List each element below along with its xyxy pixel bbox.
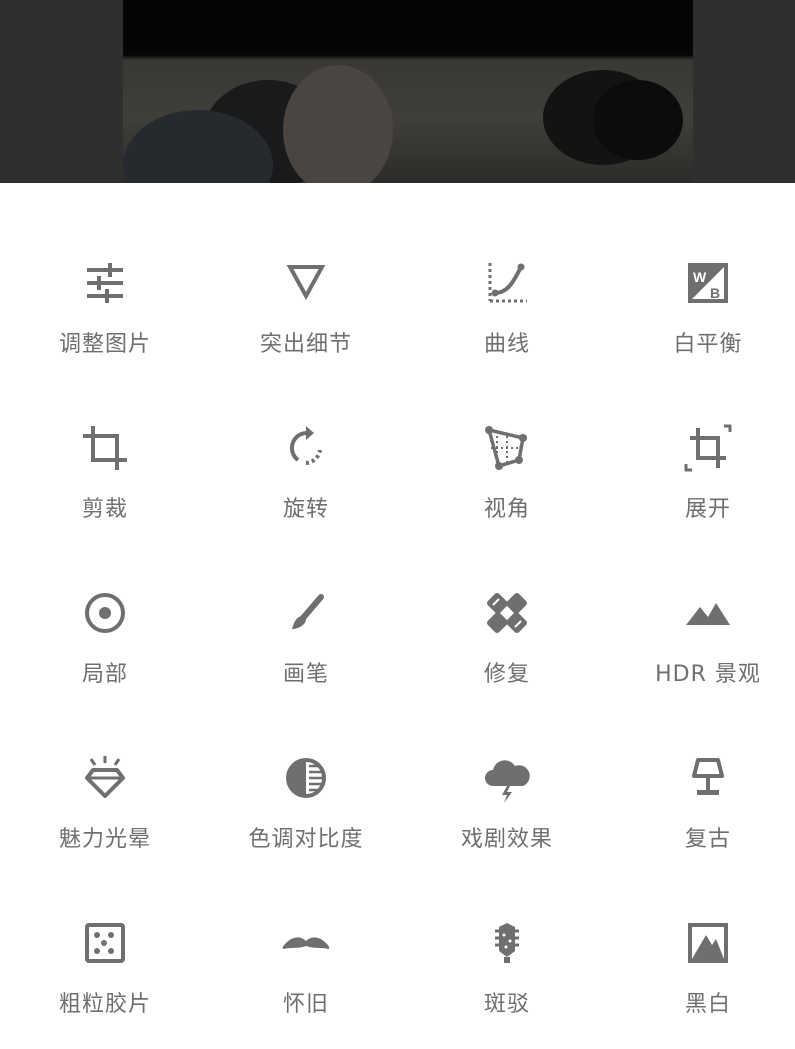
- tool-black-white[interactable]: 黑白: [608, 843, 795, 1017]
- tool-grunge[interactable]: 斑驳: [407, 843, 607, 1017]
- tool-vintage[interactable]: 复古: [608, 678, 795, 852]
- tool-label: 怀旧: [282, 992, 329, 1017]
- tool-brush[interactable]: 画笔: [206, 513, 406, 687]
- tool-hdr[interactable]: HDR 景观: [608, 513, 795, 687]
- sliders-icon: [75, 253, 135, 313]
- guitar-icon: [477, 913, 537, 973]
- bandage-icon: [477, 583, 537, 643]
- tool-label: 黑白: [684, 992, 731, 1017]
- tool-white-balance[interactable]: W B 白平衡: [608, 183, 795, 357]
- brush-icon: [276, 583, 336, 643]
- rotate-icon: [276, 418, 336, 478]
- tool-label: 粗粒胶片: [58, 992, 151, 1017]
- svg-text:B: B: [710, 285, 720, 301]
- tool-grainy-film[interactable]: 粗粒胶片: [5, 843, 205, 1017]
- black-white-icon: [678, 913, 738, 973]
- tool-expand[interactable]: 展开: [608, 348, 795, 522]
- storm-cloud-icon: [477, 748, 537, 808]
- tool-details[interactable]: 突出细节: [206, 183, 406, 357]
- tool-drama[interactable]: 戏剧效果: [407, 678, 607, 852]
- mountains-icon: [678, 583, 738, 643]
- tool-tonal-contrast[interactable]: 色调对比度: [206, 678, 406, 852]
- mustache-icon: [276, 913, 336, 973]
- perspective-icon: [477, 418, 537, 478]
- white-balance-icon: W B: [678, 253, 738, 313]
- diamond-glow-icon: [75, 748, 135, 808]
- tool-rotate[interactable]: 旋转: [206, 348, 406, 522]
- triangle-down-icon: [276, 253, 336, 313]
- tool-curves[interactable]: 曲线: [407, 183, 607, 357]
- target-icon: [75, 583, 135, 643]
- svg-text:W: W: [693, 269, 707, 285]
- photo: [123, 0, 693, 183]
- tool-healing[interactable]: 修复: [407, 513, 607, 687]
- lamp-icon: [678, 748, 738, 808]
- tool-perspective[interactable]: 视角: [407, 348, 607, 522]
- tools-grid: 调整图片 突出细节 曲线 W B 白平衡 剪裁 旋转 视角 展开 局部 画笔 修…: [0, 183, 795, 1049]
- expand-icon: [678, 418, 738, 478]
- tool-crop[interactable]: 剪裁: [5, 348, 205, 522]
- tool-glamour-glow[interactable]: 魅力光晕: [5, 678, 205, 852]
- image-preview: [0, 0, 795, 183]
- tool-selective[interactable]: 局部: [5, 513, 205, 687]
- tool-adjust-image[interactable]: 调整图片: [5, 183, 205, 357]
- tool-label: 斑驳: [483, 992, 530, 1017]
- curves-icon: [477, 253, 537, 313]
- film-grain-icon: [75, 913, 135, 973]
- tool-retrolux[interactable]: 怀旧: [206, 843, 406, 1017]
- contrast-icon: [276, 748, 336, 808]
- crop-icon: [75, 418, 135, 478]
